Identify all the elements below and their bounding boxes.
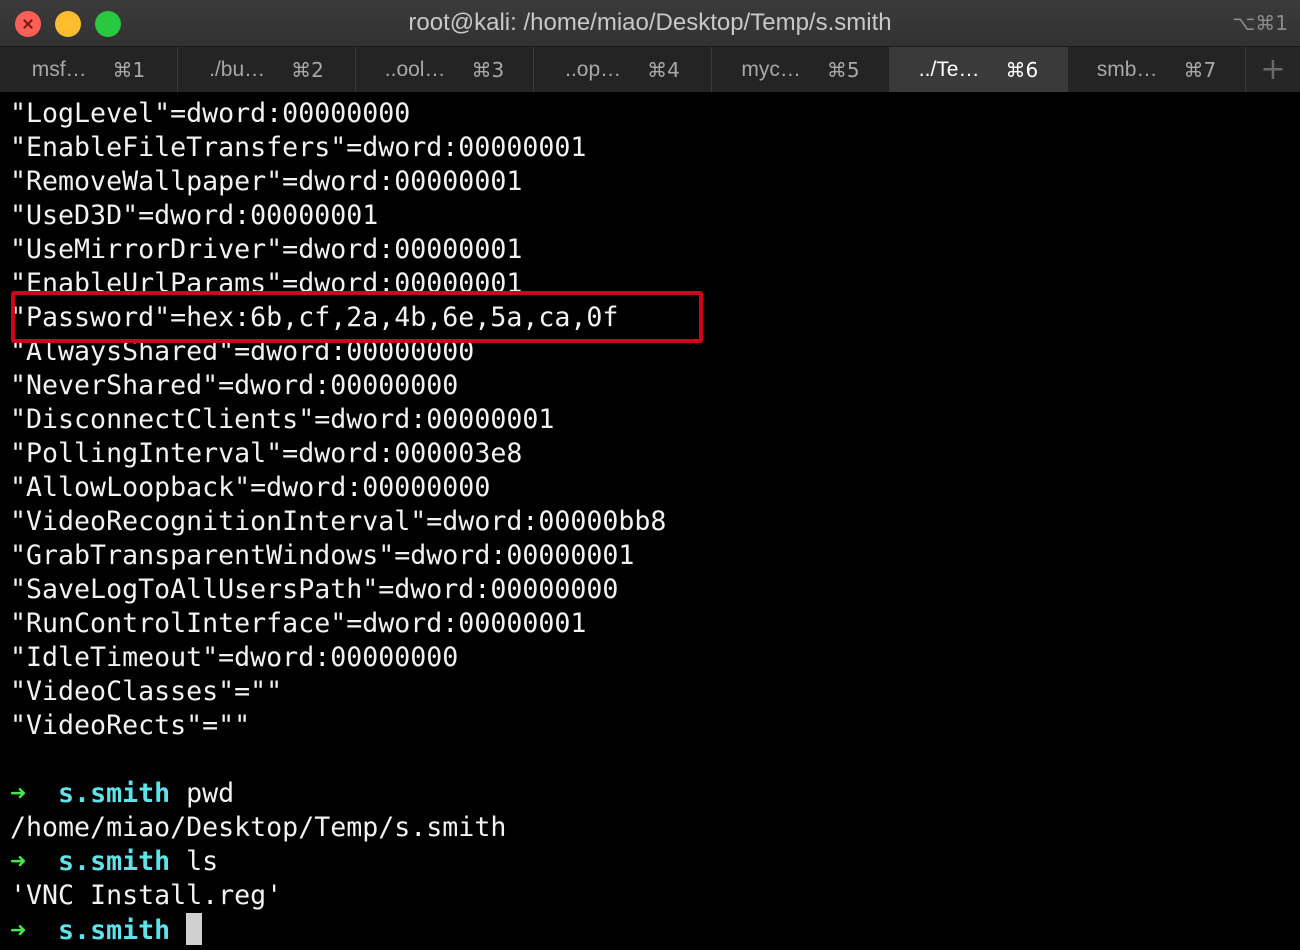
prompt-arrow-icon: ➜: [10, 778, 27, 809]
prompt-directory: s.smith: [58, 778, 171, 809]
tab-label: ./bu…: [209, 57, 266, 81]
tab-label: ..op…: [565, 57, 622, 81]
registry-line: "GrabTransparentWindows"=dword:00000001: [10, 540, 635, 571]
registry-line: "NeverShared"=dword:00000000: [10, 370, 459, 401]
tab-label: ..ool…: [384, 57, 446, 81]
tab-5[interactable]: myc… ⌘5: [712, 47, 890, 92]
tab-label: msf…: [31, 57, 87, 81]
prompt-line: ➜ s.smith: [10, 913, 1290, 947]
plus-icon[interactable]: +: [1246, 47, 1300, 92]
prompt-directory: s.smith: [58, 846, 171, 877]
tab-label: myc…: [741, 57, 801, 81]
prompt-line: ➜ s.smith ls: [10, 845, 1290, 879]
tab-shortcut: ⌘2: [291, 57, 324, 82]
prompt-arrow-icon: ➜: [10, 846, 27, 877]
registry-line: "RemoveWallpaper"=dword:00000001: [10, 166, 523, 197]
registry-line: "IdleTimeout"=dword:00000000: [10, 642, 459, 673]
password-line: "Password"=hex:6b,cf,2a,4b,6e,5a,ca,0f: [10, 302, 619, 333]
tab-shortcut: ⌘4: [647, 57, 680, 82]
registry-line: "DisconnectClients"=dword:00000001: [10, 404, 555, 435]
registry-line: "EnableUrlParams"=dword:00000001: [10, 268, 523, 299]
prompt-directory: s.smith: [58, 915, 171, 946]
registry-line: "VideoRects"="": [10, 710, 251, 741]
terminal-output[interactable]: "LogLevel"=dword:00000000 "EnableFileTran…: [10, 97, 1290, 947]
window-title: root@kali: /home/miao/Desktop/Temp/s.smi…: [408, 9, 892, 36]
tab-shortcut: ⌘7: [1183, 57, 1217, 82]
registry-line: "UseMirrorDriver"=dword:00000001: [10, 234, 523, 265]
registry-line: "SaveLogToAllUsersPath"=dword:00000000: [10, 574, 619, 605]
tab-3[interactable]: ..ool… ⌘3: [356, 47, 534, 92]
command-output: 'VNC Install.reg': [10, 880, 283, 911]
registry-line: "PollingInterval"=dword:000003e8: [10, 438, 523, 469]
tab-4[interactable]: ..op… ⌘4: [534, 47, 712, 92]
tab-1[interactable]: msf… ⌘1: [0, 47, 178, 92]
window-shortcut: ⌥⌘1: [1232, 11, 1288, 35]
prompt-arrow-icon: ➜: [10, 915, 27, 946]
registry-line: "UseD3D"=dword:00000001: [10, 200, 379, 231]
registry-line: "EnableFileTransfers"=dword:00000001: [10, 132, 587, 163]
tab-shortcut: ⌘5: [826, 57, 860, 82]
command-text: pwd: [186, 778, 235, 809]
tab-6[interactable]: ../Te… ⌘6: [890, 47, 1068, 92]
text-cursor[interactable]: [186, 913, 203, 945]
registry-line: "VideoClasses"="": [10, 676, 283, 707]
tab-shortcut: ⌘6: [1005, 57, 1039, 82]
tab-shortcut: ⌘1: [112, 57, 146, 82]
command-output: /home/miao/Desktop/Temp/s.smith: [10, 812, 507, 843]
tab-label: smb…: [1096, 57, 1158, 81]
tab-shortcut: ⌘3: [471, 57, 505, 82]
terminal-window: root@kali: /home/miao/Desktop/Temp/s.smi…: [0, 0, 1300, 950]
tab-7[interactable]: smb… ⌘7: [1068, 47, 1246, 92]
tab-bar: msf… ⌘1 ./bu… ⌘2 ..ool… ⌘3 ..op… ⌘4 myc… ⌘5 ../Te……: [0, 46, 1300, 92]
registry-line: "AlwaysShared"=dword:00000000: [10, 336, 475, 367]
registry-line: "RunControlInterface"=dword:00000001: [10, 608, 587, 639]
tab-2[interactable]: ./bu… ⌘2: [178, 47, 356, 92]
tab-label: ../Te…: [918, 57, 980, 81]
registry-line: "AllowLoopback"=dword:00000000: [10, 472, 491, 503]
prompt-line: ➜ s.smith pwd: [10, 777, 1290, 811]
title-bar[interactable]: root@kali: /home/miao/Desktop/Temp/s.smi…: [0, 0, 1300, 46]
registry-line: "VideoRecognitionInterval"=dword:00000bb…: [10, 506, 667, 537]
registry-line: "LogLevel"=dword:00000000: [10, 98, 411, 129]
command-text: ls: [186, 846, 219, 877]
